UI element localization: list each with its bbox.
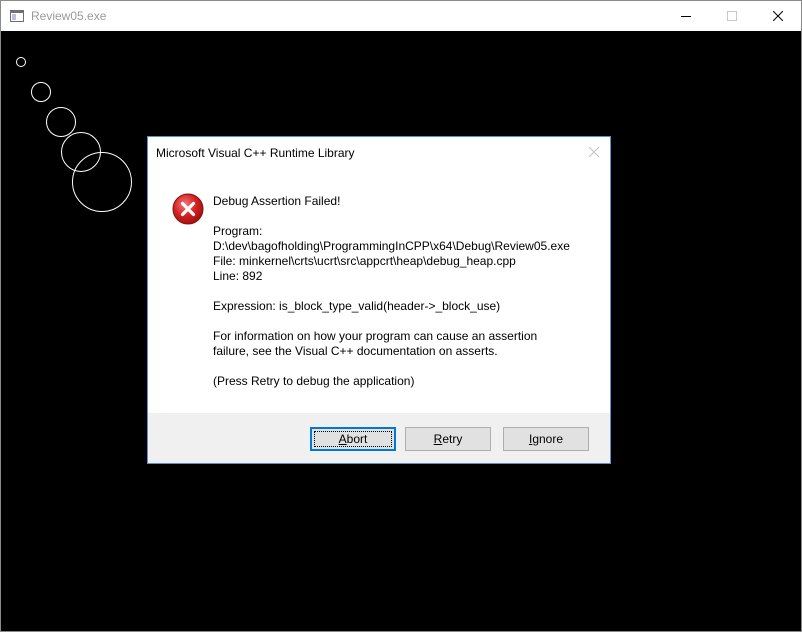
dialog-title: Microsoft Visual C++ Runtime Library <box>156 146 355 160</box>
close-icon <box>773 11 783 21</box>
circle <box>31 82 51 102</box>
file-line: File: minkernel\crts\ucrt\src\appcrt\hea… <box>213 254 516 268</box>
circle <box>61 132 101 172</box>
circle <box>46 107 76 137</box>
assertion-dialog: Microsoft Visual C++ Runtime Library Deb… <box>147 136 611 464</box>
retry-hint: (Press Retry to debug the application) <box>213 374 415 388</box>
program-label: Program: <box>213 224 263 238</box>
info-line-2: failure, see the Visual C++ documentatio… <box>213 344 498 358</box>
info-line-1: For information on how your program can … <box>213 329 538 343</box>
close-button[interactable] <box>755 1 801 31</box>
minimize-button[interactable] <box>663 1 709 31</box>
ignore-button-label: Ignore <box>528 432 564 446</box>
error-icon <box>172 193 204 225</box>
retry-button-label: Retry <box>433 432 463 446</box>
circle <box>16 57 26 67</box>
circle <box>72 152 132 212</box>
window-title: Review05.exe <box>31 9 107 23</box>
line-number: Line: 892 <box>213 269 263 283</box>
maximize-icon <box>727 11 737 21</box>
assertion-heading: Debug Assertion Failed! <box>213 194 341 208</box>
close-icon <box>589 147 599 157</box>
app-icon <box>10 10 24 22</box>
abort-button-label: Abort <box>338 432 368 446</box>
maximize-button[interactable] <box>709 1 755 31</box>
abort-button[interactable]: Abort <box>310 427 396 451</box>
minimize-icon <box>681 16 691 17</box>
ignore-button[interactable]: Ignore <box>503 427 589 451</box>
dialog-close-button[interactable] <box>584 143 604 161</box>
expression-line: Expression: is_block_type_valid(header->… <box>213 299 501 313</box>
dialog-button-bar: Abort Retry Ignore <box>148 413 610 463</box>
window-titlebar[interactable]: Review05.exe <box>1 1 801 31</box>
program-path: D:\dev\bagofholding\ProgrammingInCPP\x64… <box>213 239 570 253</box>
retry-button[interactable]: Retry <box>405 427 491 451</box>
